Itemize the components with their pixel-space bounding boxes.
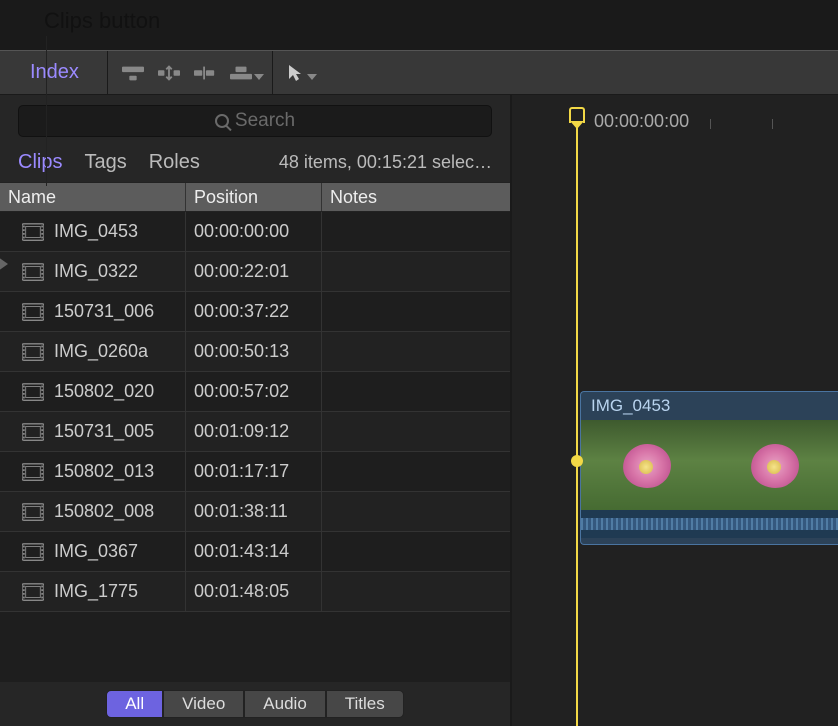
timecode-display: 00:00:00:00 [594, 111, 689, 132]
cell-name: 150731_005 [0, 412, 186, 451]
filmstrip-icon [22, 343, 44, 361]
filmstrip-icon [22, 423, 44, 441]
cell-position: 00:00:22:01 [186, 252, 322, 291]
toolbar-separator [272, 51, 273, 95]
select-tool-dropdown[interactable] [287, 63, 317, 83]
table-row[interactable]: 150802_00800:01:38:11 [0, 492, 510, 532]
cell-position: 00:01:48:05 [186, 572, 322, 611]
cell-notes [322, 492, 510, 531]
append-clip-icon[interactable] [194, 64, 216, 82]
cell-name: IMG_0260a [0, 332, 186, 371]
table-row[interactable]: 150802_02000:00:57:02 [0, 372, 510, 412]
table-row[interactable]: IMG_045300:00:00:00 [0, 212, 510, 252]
cell-position: 00:01:09:12 [186, 412, 322, 451]
ruler-tick [772, 119, 773, 129]
annotation-leader-line [46, 36, 47, 186]
chevron-down-icon [254, 74, 264, 80]
column-header-name[interactable]: Name [0, 183, 186, 211]
cell-notes [322, 372, 510, 411]
cell-name: 150731_006 [0, 292, 186, 331]
filmstrip-icon [22, 463, 44, 481]
cell-notes [322, 252, 510, 291]
edit-tools-group [116, 64, 264, 82]
search-placeholder: Search [235, 110, 295, 132]
filmstrip-icon [22, 223, 44, 241]
table-row[interactable]: IMG_0260a00:00:50:13 [0, 332, 510, 372]
table-row[interactable]: 150731_00500:01:09:12 [0, 412, 510, 452]
index-sidebar: Search Clips Tags Roles 48 items, 00:15:… [0, 95, 512, 726]
main-toolbar: Index [0, 51, 838, 95]
table-row[interactable]: IMG_177500:01:48:05 [0, 572, 510, 612]
clips-table-body: IMG_045300:00:00:00IMG_032200:00:22:0115… [0, 212, 510, 682]
timeline-clip-label: IMG_0453 [581, 392, 838, 420]
column-header-notes[interactable]: Notes [322, 183, 510, 211]
cell-name: IMG_1775 [0, 572, 186, 611]
cell-notes [322, 212, 510, 251]
toolbar-separator [107, 51, 108, 95]
index-button[interactable]: Index [10, 57, 99, 88]
connect-clip-icon[interactable] [122, 64, 144, 82]
search-input[interactable]: Search [18, 105, 492, 137]
tab-clips[interactable]: Clips [18, 151, 62, 174]
cell-notes [322, 332, 510, 371]
filmstrip-icon [22, 263, 44, 281]
filter-bar: All Video Audio Titles [0, 682, 510, 726]
cell-position: 00:00:00:00 [186, 212, 322, 251]
cell-notes [322, 292, 510, 331]
table-row[interactable]: IMG_036700:01:43:14 [0, 532, 510, 572]
clip-thumbnail [709, 420, 837, 510]
filter-all-button[interactable]: All [106, 690, 163, 718]
cell-name: 150802_020 [0, 372, 186, 411]
cell-name: IMG_0322 [0, 252, 186, 291]
cell-name: 150802_013 [0, 452, 186, 491]
table-row[interactable]: IMG_032200:00:22:01 [0, 252, 510, 292]
filter-titles-button[interactable]: Titles [326, 690, 404, 718]
selection-status: 48 items, 00:15:21 selec… [279, 152, 492, 173]
cell-position: 00:00:37:22 [186, 292, 322, 331]
overwrite-clip-dropdown[interactable] [230, 64, 264, 82]
clip-thumbnail [581, 420, 709, 510]
timeline-viewer[interactable]: 00:00:00:00 IMG_0453 [512, 95, 838, 726]
audio-waveform [581, 510, 838, 538]
tab-tags[interactable]: Tags [84, 151, 126, 174]
clip-thumbnails [581, 420, 838, 510]
annotation-label: Clips button [44, 8, 160, 34]
cell-position: 00:01:17:17 [186, 452, 322, 491]
timecode-ruler[interactable]: 00:00:00:00 [512, 111, 838, 141]
filter-audio-button[interactable]: Audio [244, 690, 325, 718]
playhead-marker[interactable] [571, 455, 583, 467]
cell-name: IMG_0367 [0, 532, 186, 571]
tab-roles[interactable]: Roles [149, 151, 200, 174]
table-row[interactable]: 150731_00600:00:37:22 [0, 292, 510, 332]
cell-notes [322, 452, 510, 491]
timeline-clip[interactable]: IMG_0453 [580, 391, 838, 545]
cell-notes [322, 532, 510, 571]
filmstrip-icon [22, 503, 44, 521]
pointer-icon [287, 63, 305, 83]
cell-notes [322, 572, 510, 611]
cell-notes [322, 412, 510, 451]
cell-name: IMG_0453 [0, 212, 186, 251]
search-icon [215, 114, 229, 128]
filmstrip-icon [22, 383, 44, 401]
disclosure-caret-icon[interactable] [0, 257, 8, 271]
cell-position: 00:01:38:11 [186, 492, 322, 531]
cell-position: 00:00:57:02 [186, 372, 322, 411]
column-header-position[interactable]: Position [186, 183, 322, 211]
filmstrip-icon [22, 543, 44, 561]
chevron-down-icon [307, 74, 317, 80]
cell-name: 150802_008 [0, 492, 186, 531]
ruler-tick [710, 119, 711, 129]
cell-position: 00:00:50:13 [186, 332, 322, 371]
playhead[interactable] [576, 107, 578, 726]
table-row[interactable]: 150802_01300:01:17:17 [0, 452, 510, 492]
app-window: Index Search C [0, 50, 838, 726]
insert-clip-icon[interactable] [158, 64, 180, 82]
index-tabs: Clips Tags Roles 48 items, 00:15:21 sele… [0, 147, 510, 182]
filmstrip-icon [22, 583, 44, 601]
filter-video-button[interactable]: Video [163, 690, 244, 718]
cell-position: 00:01:43:14 [186, 532, 322, 571]
table-header: Name Position Notes [0, 182, 510, 212]
filmstrip-icon [22, 303, 44, 321]
